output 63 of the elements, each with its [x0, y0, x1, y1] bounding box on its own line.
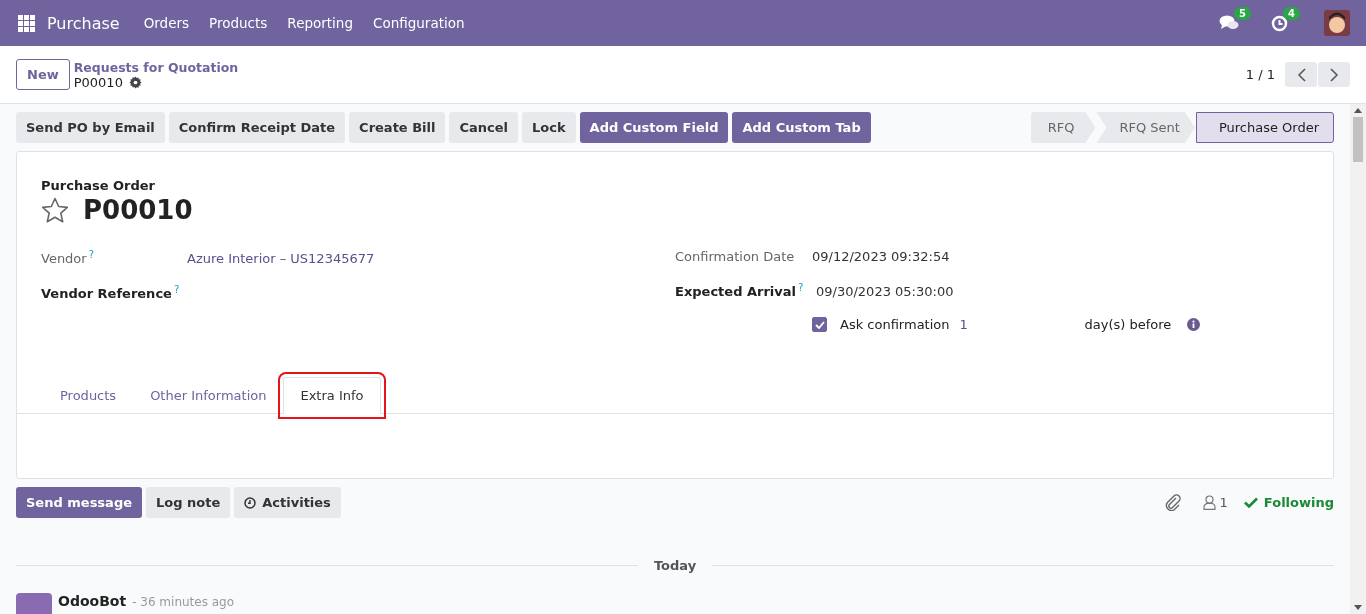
date-separator: Today: [653, 558, 697, 573]
new-button[interactable]: New: [16, 59, 70, 90]
scroll-up-arrow-icon[interactable]: [1354, 108, 1362, 113]
message-time: - 36 minutes ago: [132, 595, 235, 609]
paperclip-icon[interactable]: [1164, 494, 1181, 511]
days-field[interactable]: 1: [959, 317, 1085, 333]
message-author: OdooBot: [58, 593, 127, 609]
action-button[interactable]: Add Custom Field: [579, 112, 729, 143]
action-button[interactable]: Lock: [522, 112, 576, 143]
status-stage[interactable]: RFQ Sent: [1096, 112, 1195, 143]
chatter-button[interactable]: Log note: [146, 487, 231, 518]
status-stage[interactable]: RFQ: [1030, 112, 1096, 143]
gear-icon[interactable]: [128, 75, 142, 89]
checkbox[interactable]: [812, 317, 827, 333]
chatter-button[interactable]: Send message: [16, 487, 142, 518]
star-icon[interactable]: [41, 196, 69, 224]
activity-count-badge: 4: [1283, 6, 1300, 20]
action-button[interactable]: Add Custom Tab: [732, 112, 871, 143]
field-label: Expected Arrival: [675, 284, 796, 300]
chatter-button[interactable]: Activities: [234, 487, 341, 518]
notebook-tab[interactable]: Products: [43, 377, 134, 414]
action-button[interactable]: Send PO by Email: [16, 112, 165, 143]
field-label: Confirmation Date: [675, 249, 795, 264]
clock-icon[interactable]: [1271, 14, 1289, 32]
person-icon[interactable]: [1202, 495, 1216, 510]
status-stage[interactable]: Purchase Order: [1195, 112, 1334, 143]
scrollbar-thumb[interactable]: [1353, 117, 1363, 162]
action-button[interactable]: Create Bill: [349, 112, 446, 143]
breadcrumb-link[interactable]: Requests for Quotation: [73, 59, 239, 75]
message-count-badge: 5: [1234, 7, 1252, 20]
help-tooltip-icon[interactable]: ?: [173, 284, 180, 296]
menu-item[interactable]: Reporting: [277, 15, 363, 31]
clock-icon: [244, 496, 257, 509]
field-label: Vendor: [41, 251, 87, 267]
action-button[interactable]: Cancel: [449, 112, 518, 143]
menu-item[interactable]: Configuration: [363, 15, 475, 31]
info-icon[interactable]: [1187, 318, 1201, 332]
checkbox-label: Ask confirmation: [840, 317, 950, 333]
breadcrumb-current: P00010: [73, 74, 123, 90]
field-label: Vendor Reference: [41, 286, 172, 302]
form-title-label: Purchase Order: [40, 178, 156, 193]
notebook-tab[interactable]: Other Information: [133, 377, 284, 414]
action-button[interactable]: Confirm Receipt Date: [168, 112, 346, 143]
user-avatar-icon[interactable]: [1324, 10, 1350, 36]
field-value[interactable]: 09/30/2023 05:30:00: [816, 284, 954, 300]
pager-value: 1 / 1: [1245, 67, 1275, 82]
scroll-down-arrow-icon[interactable]: [1354, 605, 1362, 610]
field-value[interactable]: 09/12/2023 09:32:54: [812, 249, 950, 264]
app-title[interactable]: Purchase: [47, 13, 120, 33]
help-tooltip-icon[interactable]: ?: [88, 249, 94, 260]
following-button[interactable]: Following: [1239, 495, 1334, 510]
follower-count[interactable]: 1: [1219, 495, 1228, 510]
menu-item[interactable]: Products: [199, 15, 278, 31]
checkmark-icon: [1243, 497, 1258, 508]
apps-grid-icon[interactable]: [18, 14, 35, 32]
record-name: P00010: [83, 195, 193, 225]
chevron-right-icon: [1329, 67, 1339, 82]
chat-bubbles-icon[interactable]: [1219, 15, 1240, 31]
days-suffix: day(s) before: [1084, 317, 1172, 333]
chevron-left-icon: [1296, 67, 1306, 82]
help-tooltip-icon[interactable]: ?: [798, 282, 804, 293]
menu-item[interactable]: Orders: [133, 15, 200, 31]
vendor-link[interactable]: Azure Interior – US12345677: [187, 251, 375, 267]
